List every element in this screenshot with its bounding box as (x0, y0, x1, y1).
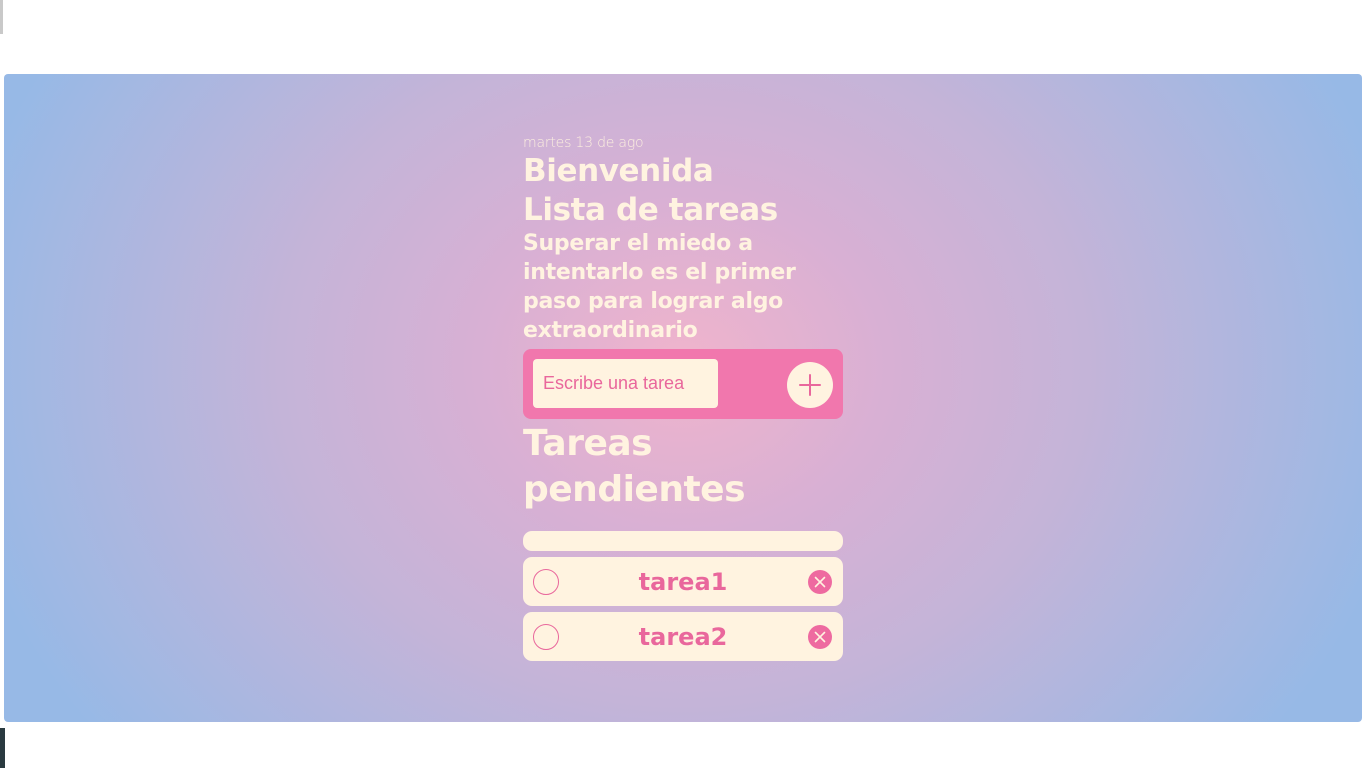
pending-tasks-title: Tareas pendientes (523, 423, 746, 510)
task-input[interactable] (533, 359, 718, 408)
motivational-quote: Superar el miedo a intentarlo es el prim… (523, 231, 796, 343)
task-label: tarea1 (638, 568, 728, 596)
app-background: martes 13 de ago Bienvenida Lista de tar… (4, 74, 1362, 722)
task-label: tarea2 (638, 623, 728, 651)
task-item: tarea2 (523, 612, 843, 661)
close-icon (814, 631, 826, 643)
task-item: tarea1 (523, 557, 843, 606)
add-task-button[interactable] (787, 362, 833, 408)
delete-task-button[interactable] (808, 570, 832, 594)
todo-container: martes 13 de ago Bienvenida Lista de tar… (523, 132, 843, 661)
plus-icon (799, 374, 821, 396)
greeting-heading: Bienvenida (523, 153, 714, 189)
date-label: martes 13 de ago (523, 135, 644, 151)
close-icon (814, 576, 826, 588)
task-input-bar (523, 349, 843, 419)
browser-edge-mark (0, 0, 3, 34)
delete-task-button[interactable] (808, 625, 832, 649)
empty-task-item (523, 531, 843, 551)
list-title: Lista de tareas (523, 192, 778, 228)
taskbar-edge-mark (0, 728, 5, 768)
